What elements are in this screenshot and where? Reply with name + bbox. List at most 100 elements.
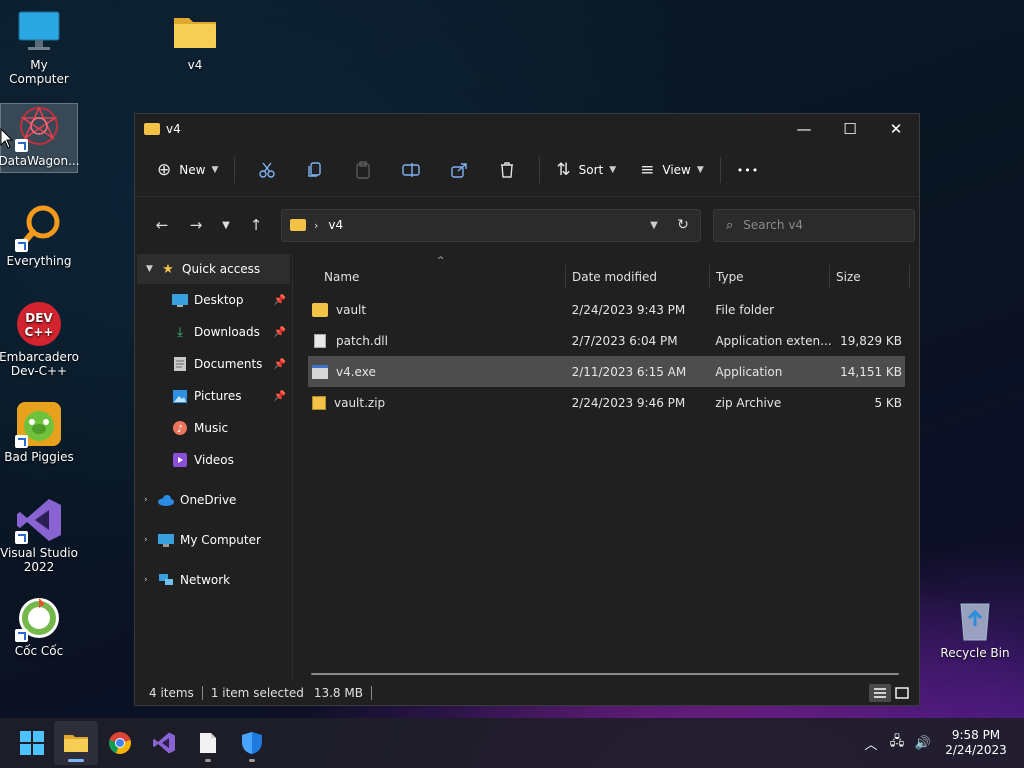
close-button[interactable]: ✕ (873, 114, 919, 144)
sort-caret-up-icon: ^ (437, 256, 445, 266)
address-bar[interactable]: › v4 ▼ ↻ (281, 208, 701, 242)
file-type: File folder (715, 302, 775, 317)
datawagon-icon (15, 104, 63, 152)
nav-music[interactable]: ♪ Music (135, 412, 292, 444)
breadcrumb-v4[interactable]: v4 (328, 218, 343, 232)
column-header-size[interactable]: Size (830, 265, 910, 289)
pin-icon: 📌 (273, 358, 286, 370)
view-button[interactable]: ≡ View ▼ (632, 153, 712, 187)
minimize-button[interactable]: — (781, 114, 827, 144)
nav-my-computer[interactable]: › My Computer (135, 524, 292, 556)
desktop-icon-label: Everything (6, 254, 72, 268)
desktop-icon-coc-coc[interactable]: Cốc Cốc (0, 594, 78, 658)
nav-quick-access[interactable]: ▼ ★ Quick access (137, 254, 290, 284)
taskbar-file-explorer[interactable] (54, 721, 98, 765)
taskbar-visual-studio[interactable] (142, 721, 186, 765)
more-options-button[interactable]: ••• (729, 153, 767, 187)
shield-icon (242, 732, 262, 754)
file-row-selected[interactable]: v4.exe 2/11/2023 6:15 AM Application 14,… (308, 356, 905, 387)
status-bar: 4 items 1 item selected 13.8 MB (135, 681, 919, 705)
file-date: 2/7/2023 6:04 PM (571, 333, 678, 348)
thumbnail-view-icon (895, 687, 909, 699)
delete-button[interactable] (483, 161, 531, 179)
desktop-icon-bad-piggies[interactable]: Bad Piggies (0, 400, 78, 464)
title-bar[interactable]: v4 — ☐ ✕ (135, 114, 919, 144)
nav-downloads[interactable]: ⤓ Downloads 📌 (135, 316, 292, 348)
taskbar-notepad[interactable] (186, 721, 230, 765)
nav-item-label: Pictures (194, 389, 242, 403)
paste-button[interactable] (339, 161, 387, 179)
status-size: 13.8 MB (313, 686, 363, 700)
new-button[interactable]: ⊕ New ▼ (149, 153, 226, 187)
command-bar: ⊕ New ▼ ⇅ Sort ▼ ≡ View ▼ ••• (135, 144, 919, 197)
toolbar-divider (539, 157, 541, 183)
up-button[interactable]: ↑ (239, 216, 273, 234)
horizontal-scrollbar[interactable] (311, 673, 899, 675)
details-view-button[interactable] (869, 684, 891, 702)
nav-videos[interactable]: Videos (135, 444, 292, 476)
file-row[interactable]: vault.zip 2/24/2023 9:46 PM zip Archive … (308, 387, 905, 418)
desktop-icon-devcpp[interactable]: DEV C++ Embarcadero Dev-C++ (0, 300, 79, 378)
nav-pictures[interactable]: Pictures 📌 (135, 380, 292, 412)
nav-network[interactable]: › Network (135, 564, 292, 596)
visual-studio-icon (153, 732, 175, 754)
cut-button[interactable] (243, 161, 291, 179)
forward-button[interactable]: → (179, 216, 213, 234)
share-button[interactable] (435, 161, 483, 179)
taskbar-windows-security[interactable] (230, 721, 274, 765)
show-hidden-icons-button[interactable]: ︿ (858, 734, 884, 753)
desktop-icon-v4-folder[interactable]: v4 (156, 8, 234, 72)
file-row[interactable]: patch.dll 2/7/2023 6:04 PM Application e… (308, 325, 905, 356)
start-button[interactable] (10, 721, 54, 765)
window-title: v4 (166, 122, 181, 136)
sort-arrows-icon: ⇅ (556, 160, 571, 180)
desktop-icon-visual-studio[interactable]: Visual Studio 2022 (0, 496, 78, 574)
nav-onedrive[interactable]: › OneDrive (135, 484, 292, 516)
nav-documents[interactable]: Documents 📌 (135, 348, 292, 380)
taskbar-chrome[interactable] (98, 721, 142, 765)
nav-item-label: Downloads (194, 325, 260, 339)
desktop-icon-everything[interactable]: Everything (0, 204, 78, 268)
clock[interactable]: 9:58 PM 2/24/2023 (936, 728, 1016, 758)
nav-desktop[interactable]: Desktop 📌 (135, 284, 292, 316)
column-header-name[interactable]: Name (308, 265, 566, 289)
plus-circle-icon: ⊕ (157, 160, 172, 180)
column-header-type[interactable]: Type (710, 265, 830, 289)
back-button[interactable]: ← (145, 216, 179, 234)
desktop-icon-label: v4 (187, 58, 203, 72)
search-box[interactable]: ⌕ (713, 208, 915, 242)
file-type: zip Archive (715, 395, 782, 410)
navigation-pane: ▼ ★ Quick access Desktop 📌 ⤓ Downloads 📌… (135, 254, 293, 681)
pin-icon: 📌 (273, 390, 286, 402)
shortcut-arrow-icon (15, 629, 28, 642)
visual-studio-icon (15, 496, 63, 544)
application-exe-icon (312, 364, 328, 379)
file-date: 2/24/2023 9:46 PM (571, 395, 686, 410)
volume-icon[interactable]: 🔊 (910, 736, 936, 751)
maximize-button[interactable]: ☐ (827, 114, 873, 144)
address-dropdown-button[interactable]: ▼ (642, 220, 666, 231)
shortcut-arrow-icon (15, 531, 28, 544)
sort-button[interactable]: ⇅ Sort ▼ (548, 153, 624, 187)
network-icon[interactable]: 🖧 (884, 732, 910, 754)
svg-text:♪: ♪ (177, 424, 183, 435)
rename-button[interactable] (387, 161, 435, 179)
copy-button[interactable] (291, 161, 339, 179)
star-icon: ★ (162, 261, 174, 277)
document-icon (200, 733, 216, 753)
file-name: vault (336, 302, 367, 317)
rename-icon (402, 163, 421, 177)
refresh-button[interactable]: ↻ (666, 217, 700, 233)
desktop-icon-recycle-bin[interactable]: Recycle Bin (936, 596, 1014, 660)
chevron-right-icon: › (144, 535, 148, 545)
file-row[interactable]: vault 2/24/2023 9:43 PM File folder (308, 294, 905, 325)
chevron-down-icon: ▼ (696, 165, 704, 175)
recent-locations-button[interactable]: ▼ (213, 220, 239, 231)
nav-item-label: Quick access (182, 262, 261, 276)
column-header-date[interactable]: Date modified (566, 265, 710, 289)
document-icon (172, 357, 188, 371)
desktop-icon-my-computer[interactable]: My Computer (0, 8, 78, 86)
large-icons-view-button[interactable] (891, 684, 913, 702)
breadcrumb-chevron-icon: › (314, 218, 319, 232)
search-input[interactable] (743, 218, 894, 232)
